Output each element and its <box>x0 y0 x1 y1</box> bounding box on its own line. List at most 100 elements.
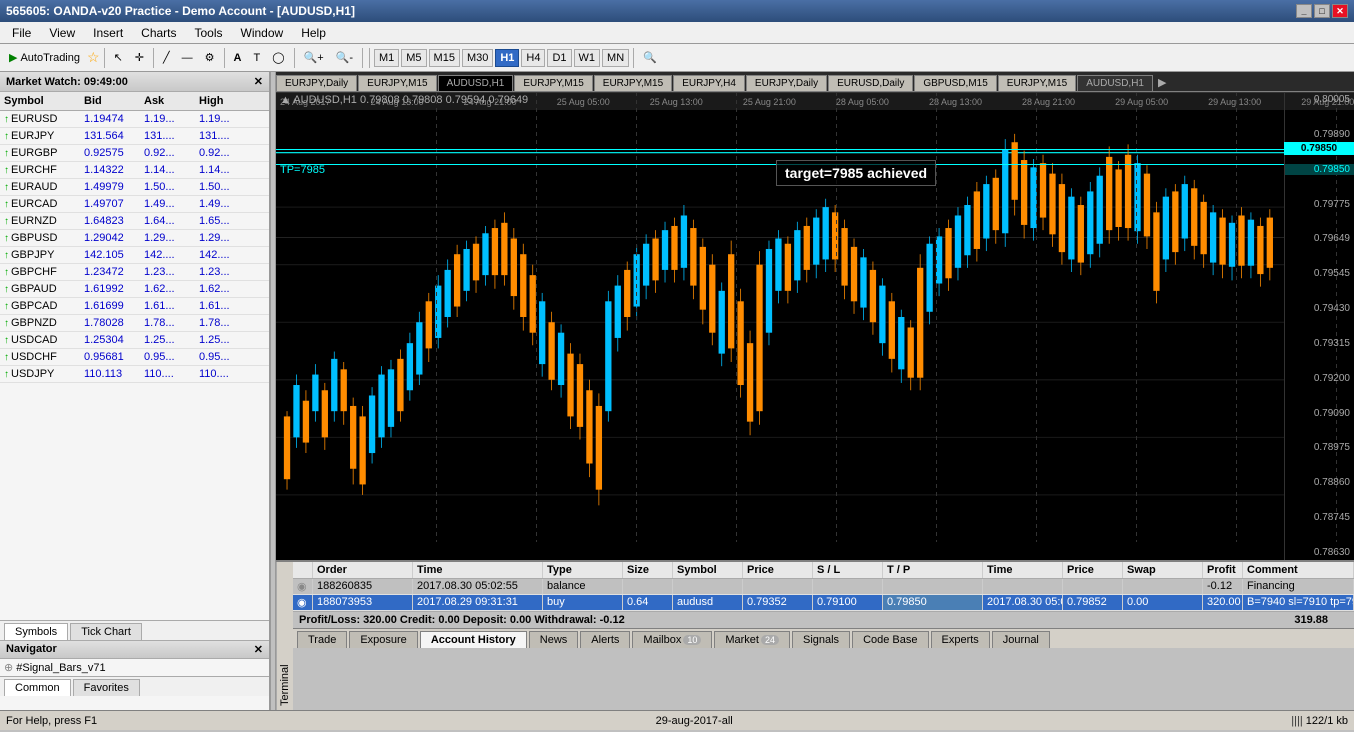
chart-tab-4[interactable]: EURJPY,M15 <box>594 75 672 91</box>
term-tab-market[interactable]: Market24 <box>714 631 790 648</box>
search-button[interactable]: 🔍 <box>638 48 662 67</box>
terminal-row-1[interactable]: ◉ 188073953 2017.08.29 09:31:31 buy 0.64… <box>293 595 1354 611</box>
chart-tab-3[interactable]: EURJPY,M15 <box>514 75 592 91</box>
chart-tab-5[interactable]: EURJPY,H4 <box>673 75 745 91</box>
menu-file[interactable]: File <box>4 24 39 42</box>
chart-tab-10[interactable]: AUDUSD,H1 <box>1077 75 1153 91</box>
crosshair-tool[interactable]: ✛ <box>130 48 149 67</box>
mw-row-4[interactable]: ↑EURAUD 1.49979 1.50... 1.50... <box>0 179 269 196</box>
th-tp: T / P <box>883 562 983 578</box>
mw-ask-0: 1.19... <box>140 112 195 126</box>
cursor-tool[interactable]: ↖ <box>109 48 128 67</box>
term-tab-journal[interactable]: Journal <box>992 631 1050 648</box>
nav-tab-common[interactable]: Common <box>4 679 71 696</box>
line-tool[interactable]: ╱ <box>158 48 175 67</box>
mw-row-15[interactable]: ↑USDJPY 110.113 110.... 110.... <box>0 366 269 383</box>
mw-row-14[interactable]: ↑USDCHF 0.95681 0.95... 0.95... <box>0 349 269 366</box>
mw-row-10[interactable]: ↑GBPAUD 1.61992 1.62... 1.62... <box>0 281 269 298</box>
td-time-1: 2017.08.29 09:31:31 <box>413 595 543 610</box>
chart-tab-1[interactable]: EURJPY,M15 <box>358 75 436 91</box>
term-tab-mailbox[interactable]: Mailbox10 <box>632 631 712 648</box>
chart-canvas[interactable]: ▲ AUDUSD,H1 0.79808 0.79808 0.79594 0.79… <box>276 92 1354 560</box>
chart-tab-8[interactable]: GBPUSD,M15 <box>914 75 996 91</box>
mw-row-0[interactable]: ↑EURUSD 1.19474 1.19... 1.19... <box>0 111 269 128</box>
tf-mn[interactable]: MN <box>602 49 629 67</box>
autotrading-button[interactable]: ▶ AutoTrading <box>4 48 85 67</box>
maximize-button[interactable]: □ <box>1314 4 1330 18</box>
mw-row-7[interactable]: ↑GBPUSD 1.29042 1.29... 1.29... <box>0 230 269 247</box>
menu-charts[interactable]: Charts <box>133 24 184 42</box>
mw-row-13[interactable]: ↑USDCAD 1.25304 1.25... 1.25... <box>0 332 269 349</box>
tf-m1[interactable]: M1 <box>374 49 399 67</box>
mw-bid-0: 1.19474 <box>80 112 140 126</box>
close-mw-icon[interactable]: ✕ <box>254 75 263 88</box>
term-tab-codebase[interactable]: Code Base <box>852 631 928 648</box>
label-tool[interactable]: T <box>248 49 265 67</box>
term-tab-alerts[interactable]: Alerts <box>580 631 630 648</box>
mw-row-1[interactable]: ↑EURJPY 131.564 131.... 131.... <box>0 128 269 145</box>
mw-high-4: 1.50... <box>195 180 250 194</box>
mw-bid-14: 0.95681 <box>80 350 140 364</box>
term-tab-news[interactable]: News <box>529 631 579 648</box>
mw-row-9[interactable]: ↑GBPCHF 1.23472 1.23... 1.23... <box>0 264 269 281</box>
tf-w1[interactable]: W1 <box>574 49 601 67</box>
navigator-tabs: Common Favorites <box>0 676 269 696</box>
tf-h1[interactable]: H1 <box>495 49 519 67</box>
chart-tab-2[interactable]: AUDUSD,H1 <box>438 75 514 91</box>
tf-d1[interactable]: D1 <box>547 49 571 67</box>
td-time2-1: 2017.08.30 05:02:55 <box>983 595 1063 610</box>
term-tab-exposure[interactable]: Exposure <box>349 631 417 648</box>
term-tab-signals[interactable]: Signals <box>792 631 850 648</box>
td-price-0 <box>743 579 813 594</box>
chart-tab-6[interactable]: EURJPY,Daily <box>746 75 827 91</box>
draw-tools[interactable]: ⚙ <box>200 48 220 67</box>
price-0.78975: 0.78975 <box>1285 442 1354 453</box>
target-label: target=7985 achieved <box>776 160 936 186</box>
tf-m30[interactable]: M30 <box>462 49 493 67</box>
menu-insert[interactable]: Insert <box>85 24 131 42</box>
chart-tab-7[interactable]: EURUSD,Daily <box>828 75 913 91</box>
terminal-row-0[interactable]: ◉ 188260835 2017.08.30 05:02:55 balance … <box>293 579 1354 595</box>
tf-h4[interactable]: H4 <box>521 49 545 67</box>
ellipse-tool[interactable]: ◯ <box>267 48 289 67</box>
nav-tab-favorites[interactable]: Favorites <box>73 679 140 696</box>
tab-symbols[interactable]: Symbols <box>4 623 68 641</box>
mw-row-11[interactable]: ↑GBPCAD 1.61699 1.61... 1.61... <box>0 298 269 315</box>
chart-tab-0[interactable]: EURJPY,Daily <box>276 75 357 91</box>
close-nav-icon[interactable]: ✕ <box>254 643 263 656</box>
term-tab-trade[interactable]: Trade <box>297 631 347 648</box>
tf-m15[interactable]: M15 <box>429 49 460 67</box>
tf-m5[interactable]: M5 <box>401 49 426 67</box>
mw-row-6[interactable]: ↑EURNZD 1.64823 1.64... 1.65... <box>0 213 269 230</box>
text-tool[interactable]: A <box>229 49 247 67</box>
menu-window[interactable]: Window <box>233 24 292 42</box>
minimize-button[interactable]: _ <box>1296 4 1312 18</box>
term-tab-experts[interactable]: Experts <box>931 631 990 648</box>
window-controls[interactable]: _ □ ✕ <box>1296 4 1348 18</box>
td-order-0: 188260835 <box>313 579 413 594</box>
menu-help[interactable]: Help <box>293 24 334 42</box>
mw-ask-7: 1.29... <box>140 231 195 245</box>
mw-row-5[interactable]: ↑EURCAD 1.49707 1.49... 1.49... <box>0 196 269 213</box>
th-size: Size <box>623 562 673 578</box>
mw-bid-5: 1.49707 <box>80 197 140 211</box>
hline-tool[interactable]: — <box>177 49 198 67</box>
zoom-in[interactable]: 🔍+ <box>299 48 329 67</box>
menu-tools[interactable]: Tools <box>187 24 231 42</box>
mw-row-3[interactable]: ↑EURCHF 1.14322 1.14... 1.14... <box>0 162 269 179</box>
chart-tab-9[interactable]: EURJPY,M15 <box>998 75 1076 91</box>
mw-row-2[interactable]: ↑EURGBP 0.92575 0.92... 0.92... <box>0 145 269 162</box>
mw-row-8[interactable]: ↑GBPJPY 142.105 142.... 142.... <box>0 247 269 264</box>
close-button[interactable]: ✕ <box>1332 4 1348 18</box>
tab-tick-chart[interactable]: Tick Chart <box>70 623 142 640</box>
td-swap-0 <box>1123 579 1203 594</box>
menu-view[interactable]: View <box>41 24 83 42</box>
zoom-out[interactable]: 🔍- <box>331 48 358 67</box>
chart-tab-arrow[interactable]: ▶ <box>1154 74 1170 91</box>
mw-bid-8: 142.105 <box>80 248 140 262</box>
term-tab-account-history[interactable]: Account History <box>420 631 527 648</box>
titlebar: 565605: OANDA-v20 Practice - Demo Accoun… <box>0 0 1354 22</box>
mw-ask-8: 142.... <box>140 248 195 262</box>
mw-row-12[interactable]: ↑GBPNZD 1.78028 1.78... 1.78... <box>0 315 269 332</box>
expert-icon[interactable]: ☆ <box>87 49 100 66</box>
